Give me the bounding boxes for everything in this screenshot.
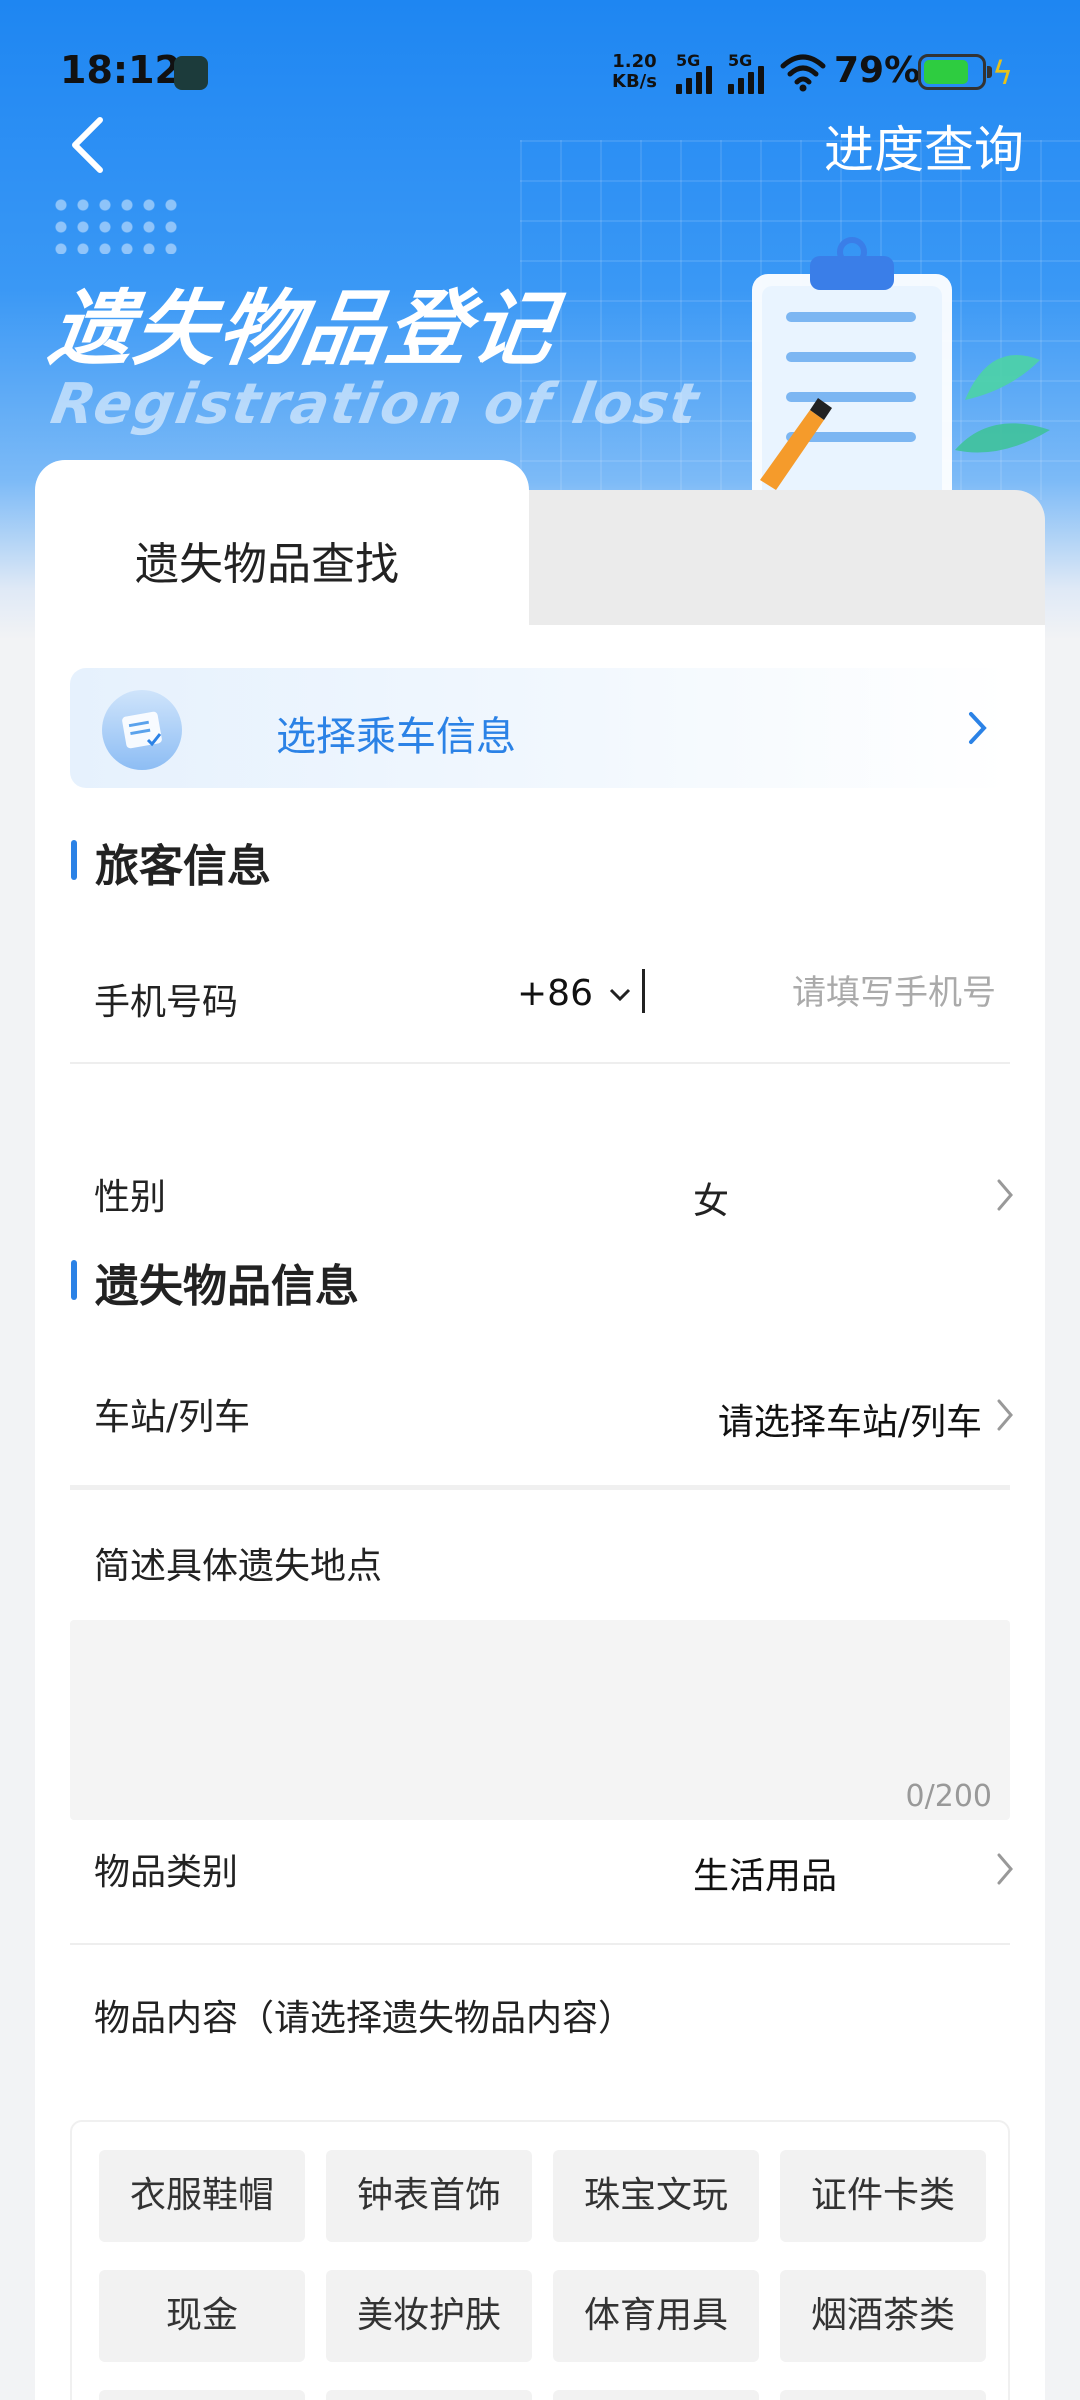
item-chip[interactable]: 现金 — [99, 2270, 305, 2362]
location-label: 简述具体遗失地点 — [94, 1546, 383, 1587]
item-chip[interactable]: 钟表首饰 — [326, 2150, 532, 2242]
station-select[interactable]: 请选择车站/列车 — [718, 1393, 982, 1445]
chevron-right-icon — [997, 1179, 1013, 1211]
back-arrow-icon[interactable] — [60, 110, 120, 180]
net-speed-unit: KB/s — [612, 71, 657, 92]
phone-label: 手机号码 — [94, 982, 239, 1023]
country-code-value: +86 — [517, 973, 593, 1014]
chevron-right-icon — [969, 712, 987, 744]
ticket-icon — [102, 690, 182, 770]
passenger-section-title: 旅客信息 — [71, 830, 271, 894]
chevron-right-icon — [997, 1853, 1013, 1885]
net-speed: 1.20 KB/s — [612, 52, 657, 92]
item-chip[interactable]: 衣服鞋帽 — [99, 2150, 305, 2242]
char-counter: 0/200 — [905, 1779, 992, 1814]
item-chip-partial[interactable] — [780, 2390, 986, 2400]
item-chip-partial[interactable] — [326, 2390, 532, 2400]
signal-icon-sim1: 5G — [676, 53, 712, 94]
item-chip[interactable]: 烟酒茶类 — [780, 2270, 986, 2362]
page-subtitle-en: Registration of lost — [46, 372, 705, 437]
wifi-icon — [780, 54, 826, 92]
item-chip-partial[interactable] — [553, 2390, 759, 2400]
signal-icon-sim2: 5G — [728, 53, 764, 94]
item-chip-partial[interactable] — [99, 2390, 305, 2400]
select-trip-info-button[interactable]: 选择乘车信息 — [70, 668, 1010, 788]
battery-icon — [918, 54, 992, 90]
select-trip-info-label: 选择乘车信息 — [276, 714, 516, 760]
divider — [70, 1943, 1010, 1945]
item-chip-grid: 衣服鞋帽 钟表首饰 珠宝文玩 证件卡类 现金 美妆护肤 体育用具 烟酒茶类 — [70, 2120, 1010, 2400]
status-time: 18:12 — [60, 48, 181, 92]
form-body: 选择乘车信息 旅客信息 手机号码 +86 性别 女 遗 — [35, 625, 1045, 2400]
country-code-select[interactable]: +86 — [517, 973, 632, 1014]
tab-secondary[interactable] — [505, 490, 1045, 630]
app-notification-icon — [174, 56, 208, 90]
phone-row: 手机号码 +86 — [70, 969, 1010, 1113]
item-chip[interactable]: 证件卡类 — [780, 2150, 986, 2242]
gender-label: 性别 — [94, 1177, 167, 1218]
item-chip[interactable]: 体育用具 — [553, 2270, 759, 2362]
lost-item-section-title: 遗失物品信息 — [71, 1250, 359, 1314]
form-card: 遗失物品查找 选择乘车信息 旅客信息 手机号码 +86 请填写手机号 性别 女 … — [35, 460, 1045, 2400]
tab-lost-item-search-label: 遗失物品查找 — [135, 539, 399, 590]
divider — [70, 1062, 1010, 1064]
battery-percent: 79% — [834, 50, 921, 91]
item-content-label: 物品内容（请选择遗失物品内容） — [94, 1998, 635, 2039]
gender-value: 女 — [693, 1181, 730, 1222]
station-label: 车站/列车 — [94, 1397, 251, 1438]
charging-bolt-icon: ϟ — [992, 54, 1014, 92]
category-select[interactable]: 生活用品 — [693, 1847, 837, 1899]
chevron-down-icon — [610, 988, 631, 1002]
decorative-dots — [50, 194, 180, 254]
divider — [70, 1485, 1010, 1490]
phone-input[interactable] — [696, 969, 996, 1017]
net-speed-value: 1.20 — [612, 51, 657, 72]
progress-query-link[interactable]: 进度查询 — [824, 110, 1024, 182]
chevron-right-icon — [997, 1399, 1013, 1431]
text-cursor — [642, 969, 645, 1013]
item-chip[interactable]: 珠宝文玩 — [553, 2150, 759, 2242]
category-label: 物品类别 — [94, 1852, 239, 1893]
item-chip[interactable]: 美妆护肤 — [326, 2270, 532, 2362]
page-title: 遗失物品登记 — [44, 282, 562, 377]
location-textarea[interactable]: 0/200 — [70, 1620, 1010, 1820]
tab-lost-item-search[interactable]: 遗失物品查找 — [35, 460, 529, 630]
